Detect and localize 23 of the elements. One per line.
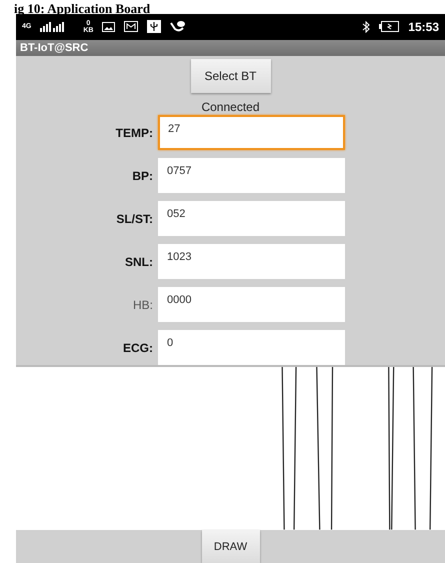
field-label: BP: bbox=[131, 168, 154, 183]
input-field[interactable]: 0000 bbox=[158, 287, 345, 322]
input-field[interactable]: 0 bbox=[158, 330, 345, 366]
input-field[interactable]: 0757 bbox=[158, 158, 345, 194]
field-label: TEMP: bbox=[114, 126, 154, 140]
input-field[interactable]: 052 bbox=[158, 201, 345, 236]
field-label: SNL: bbox=[124, 254, 154, 269]
usb-icon bbox=[147, 20, 162, 34]
gallery-icon bbox=[124, 21, 138, 32]
app-title: BT-IoT@SRC bbox=[20, 42, 88, 54]
chat-icon bbox=[170, 20, 186, 33]
image-icon bbox=[102, 22, 116, 32]
clock-time: 15:53 bbox=[408, 20, 439, 34]
battery-icon bbox=[379, 21, 400, 32]
input-field[interactable]: 1023 bbox=[158, 244, 345, 280]
connection-status: Connected bbox=[201, 100, 260, 114]
draw-button[interactable]: DRAW bbox=[202, 530, 260, 563]
bluetooth-icon bbox=[362, 20, 370, 33]
field-label: SL/ST: bbox=[115, 212, 154, 226]
field-label: ECG: bbox=[122, 340, 154, 355]
select-bt-button[interactable]: Select BT bbox=[190, 59, 270, 94]
input-field[interactable]: 27 bbox=[158, 115, 345, 150]
field-label: HB: bbox=[132, 298, 154, 312]
